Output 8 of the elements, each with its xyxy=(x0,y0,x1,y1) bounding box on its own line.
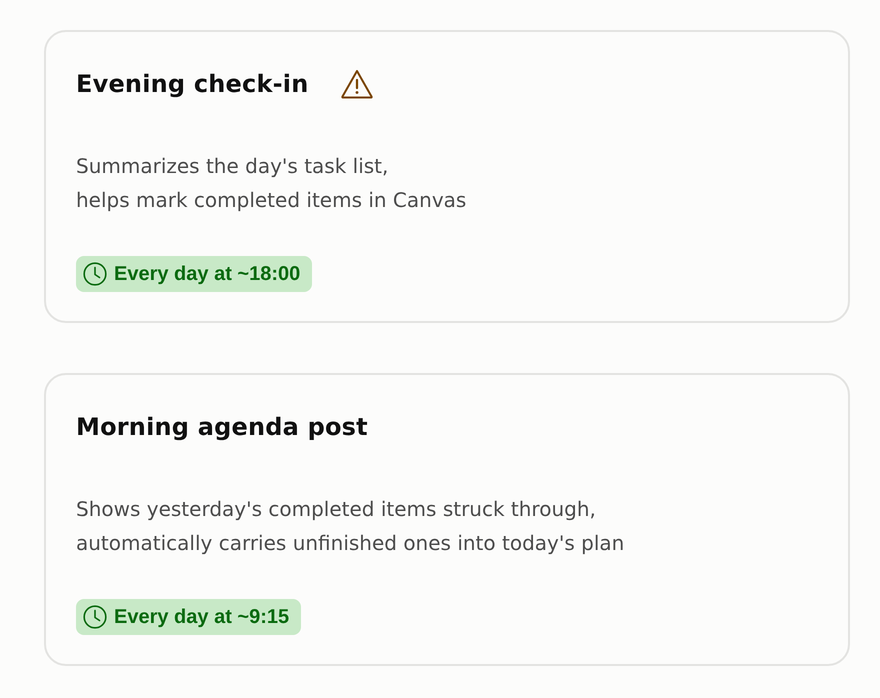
schedule-text: Every day at ~18:00 xyxy=(114,262,300,286)
clock-icon xyxy=(83,262,107,286)
card-title: Evening check-in xyxy=(76,69,309,100)
card-description: Summarizes the day's task list, helps mark completed items in Canvas xyxy=(76,153,468,214)
schedule-text: Every day at ~9:15 xyxy=(114,605,290,629)
card-title: Morning agenda post xyxy=(76,412,368,443)
card-description: Shows yesterday's completed items struck through, automatically carries unfinished ones into today's plan xyxy=(76,496,626,557)
clock-icon xyxy=(83,605,107,629)
